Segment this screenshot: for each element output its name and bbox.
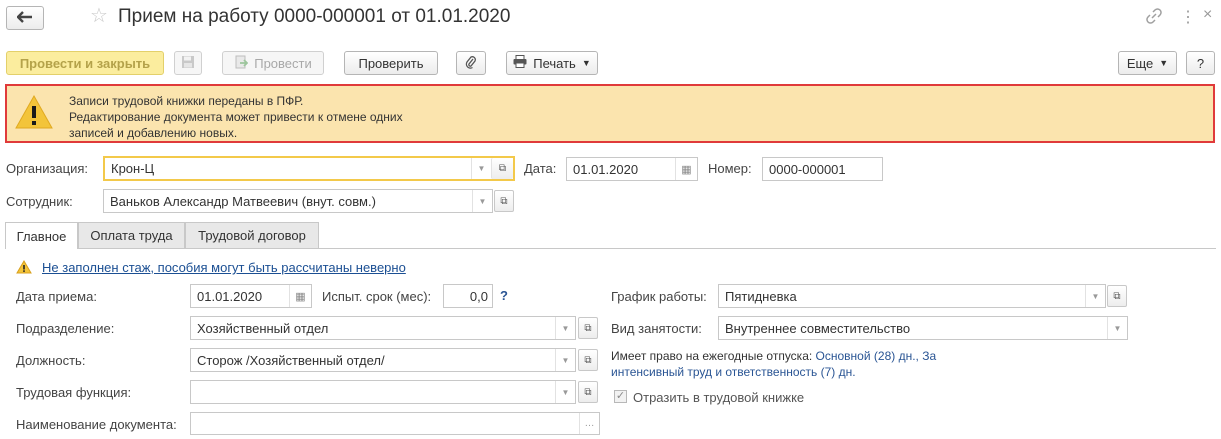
hire-date-field[interactable]: 01.01.2020 ▦ (190, 284, 312, 308)
schedule-value: Пятидневка (725, 288, 797, 304)
checkmark-icon: ✓ (615, 390, 626, 402)
dropdown-arrow-icon[interactable]: ▼ (472, 190, 492, 212)
employment-type-label: Вид занятости: (611, 321, 702, 336)
ellipsis-icon[interactable]: … (579, 413, 599, 434)
post-button[interactable]: Провести (222, 51, 324, 75)
help-button[interactable]: ? (1186, 51, 1215, 75)
vacation-link-2[interactable]: интенсивный труд и ответственность (7) д… (611, 365, 856, 379)
probation-field[interactable]: 0,0 (443, 284, 493, 308)
hire-date-value: 01.01.2020 (197, 288, 263, 304)
position-field[interactable]: Сторож /Хозяйственный отдел/ ▼ (190, 348, 576, 372)
post-button-label: Провести (254, 55, 312, 71)
page-title: Прием на работу 0000-000001 от 01.01.202… (118, 6, 511, 27)
employee-label: Сотрудник: (6, 194, 73, 209)
number-label: Номер: (708, 161, 752, 176)
link-icon[interactable] (1146, 8, 1162, 29)
warning-line-2: Редактирование документа может привести … (69, 110, 403, 124)
organization-label: Организация: (6, 161, 89, 176)
open-icon[interactable]: ⧉ (491, 158, 513, 179)
calendar-icon[interactable]: ▦ (675, 158, 697, 180)
vacation-label: Имеет право на ежегодные отпуска: (611, 349, 813, 363)
save-button[interactable] (174, 51, 202, 75)
back-arrow-icon (16, 10, 33, 26)
department-label: Подразделение: (16, 321, 115, 336)
open-labor-function-icon[interactable]: ⧉ (578, 381, 598, 403)
more-button[interactable]: Еще ▼ (1118, 51, 1177, 75)
open-position-icon[interactable]: ⧉ (578, 349, 598, 371)
calendar-icon[interactable]: ▦ (289, 285, 311, 307)
post-and-close-button[interactable]: Провести и закрыть (6, 51, 164, 75)
probation-value: 0,0 (469, 288, 488, 304)
tab-divider (5, 248, 1216, 249)
probation-help-icon[interactable]: ? (500, 288, 508, 303)
attach-button[interactable] (456, 51, 486, 75)
schedule-field[interactable]: Пятидневка ▼ (718, 284, 1106, 308)
hire-date-label: Дата приема: (16, 289, 97, 304)
floppy-disk-icon (181, 55, 195, 72)
warning-small-icon (16, 260, 32, 277)
close-icon[interactable]: × (1203, 6, 1212, 24)
doc-name-field[interactable]: … (190, 412, 600, 435)
experience-warning-link[interactable]: Не заполнен стаж, пособия могут быть рас… (42, 260, 406, 275)
position-value: Сторож /Хозяйственный отдел/ (197, 352, 385, 368)
probation-label: Испыт. срок (мес): (322, 289, 432, 304)
employee-value: Ваньков Александр Матвеевич (внут. совм.… (110, 193, 376, 209)
post-document-icon (234, 55, 249, 72)
warning-line-3: записей и добавлению новых. (69, 126, 238, 140)
number-value: 0000-000001 (769, 161, 846, 177)
workbook-checkbox[interactable]: ✓ (614, 390, 627, 403)
date-label: Дата: (524, 161, 557, 176)
organization-value: Крон-Ц (111, 161, 155, 176)
department-value: Хозяйственный отдел (197, 320, 329, 336)
warning-banner: Записи трудовой книжки переданы в ПФР. Р… (5, 84, 1215, 143)
dropdown-arrow-icon[interactable]: ▼ (1085, 285, 1105, 307)
tab-main[interactable]: Главное (5, 222, 78, 249)
employment-type-field[interactable]: Внутреннее совместительство ▼ (718, 316, 1128, 340)
vacation-info: Имеет право на ежегодные отпуска: Основн… (611, 348, 936, 380)
dropdown-arrow-icon[interactable]: ▼ (471, 158, 491, 179)
print-button[interactable]: Печать ▼ (506, 51, 598, 75)
back-button[interactable] (6, 6, 44, 30)
paperclip-icon (465, 55, 477, 72)
position-label: Должность: (16, 353, 86, 368)
dropdown-arrow-icon[interactable]: ▼ (555, 349, 575, 371)
warning-message: Записи трудовой книжки переданы в ПФР. Р… (69, 93, 403, 141)
organization-field[interactable]: Крон-Ц ▼ ⧉ (103, 156, 515, 181)
schedule-label: График работы: (611, 289, 707, 304)
doc-name-label: Наименование документа: (16, 417, 177, 432)
print-button-label: Печать (533, 55, 576, 71)
check-button[interactable]: Проверить (344, 51, 438, 75)
warning-icon (15, 94, 53, 133)
vacation-link-1[interactable]: Основной (28) дн., За (816, 349, 937, 363)
favorite-star-icon[interactable]: ☆ (90, 6, 108, 26)
chevron-down-icon: ▼ (581, 58, 591, 68)
printer-icon (513, 55, 527, 71)
warning-line-1: Записи трудовой книжки переданы в ПФР. (69, 94, 304, 108)
open-department-icon[interactable]: ⧉ (578, 317, 598, 339)
open-employee-icon[interactable]: ⧉ (494, 190, 514, 212)
number-field[interactable]: 0000-000001 (762, 157, 883, 181)
employee-field[interactable]: Ваньков Александр Матвеевич (внут. совм.… (103, 189, 493, 213)
date-field[interactable]: 01.01.2020 ▦ (566, 157, 698, 181)
tab-labor-contract[interactable]: Трудовой договор (185, 222, 319, 248)
dropdown-arrow-icon[interactable]: ▼ (1107, 317, 1127, 339)
department-field[interactable]: Хозяйственный отдел ▼ (190, 316, 576, 340)
open-schedule-icon[interactable]: ⧉ (1107, 285, 1127, 307)
kebab-menu-icon[interactable]: ⋮ (1180, 7, 1196, 27)
labor-function-field[interactable]: ▼ (190, 380, 576, 404)
chevron-down-icon: ▼ (1159, 58, 1169, 68)
employment-type-value: Внутреннее совместительство (725, 320, 911, 336)
workbook-checkbox-label: Отразить в трудовой книжке (633, 390, 805, 405)
dropdown-arrow-icon[interactable]: ▼ (555, 317, 575, 339)
tab-payment[interactable]: Оплата труда (78, 222, 185, 248)
dropdown-arrow-icon[interactable]: ▼ (555, 381, 575, 403)
more-button-label: Еще (1126, 55, 1154, 71)
date-value: 01.01.2020 (573, 161, 639, 177)
labor-function-label: Трудовая функция: (16, 385, 132, 400)
